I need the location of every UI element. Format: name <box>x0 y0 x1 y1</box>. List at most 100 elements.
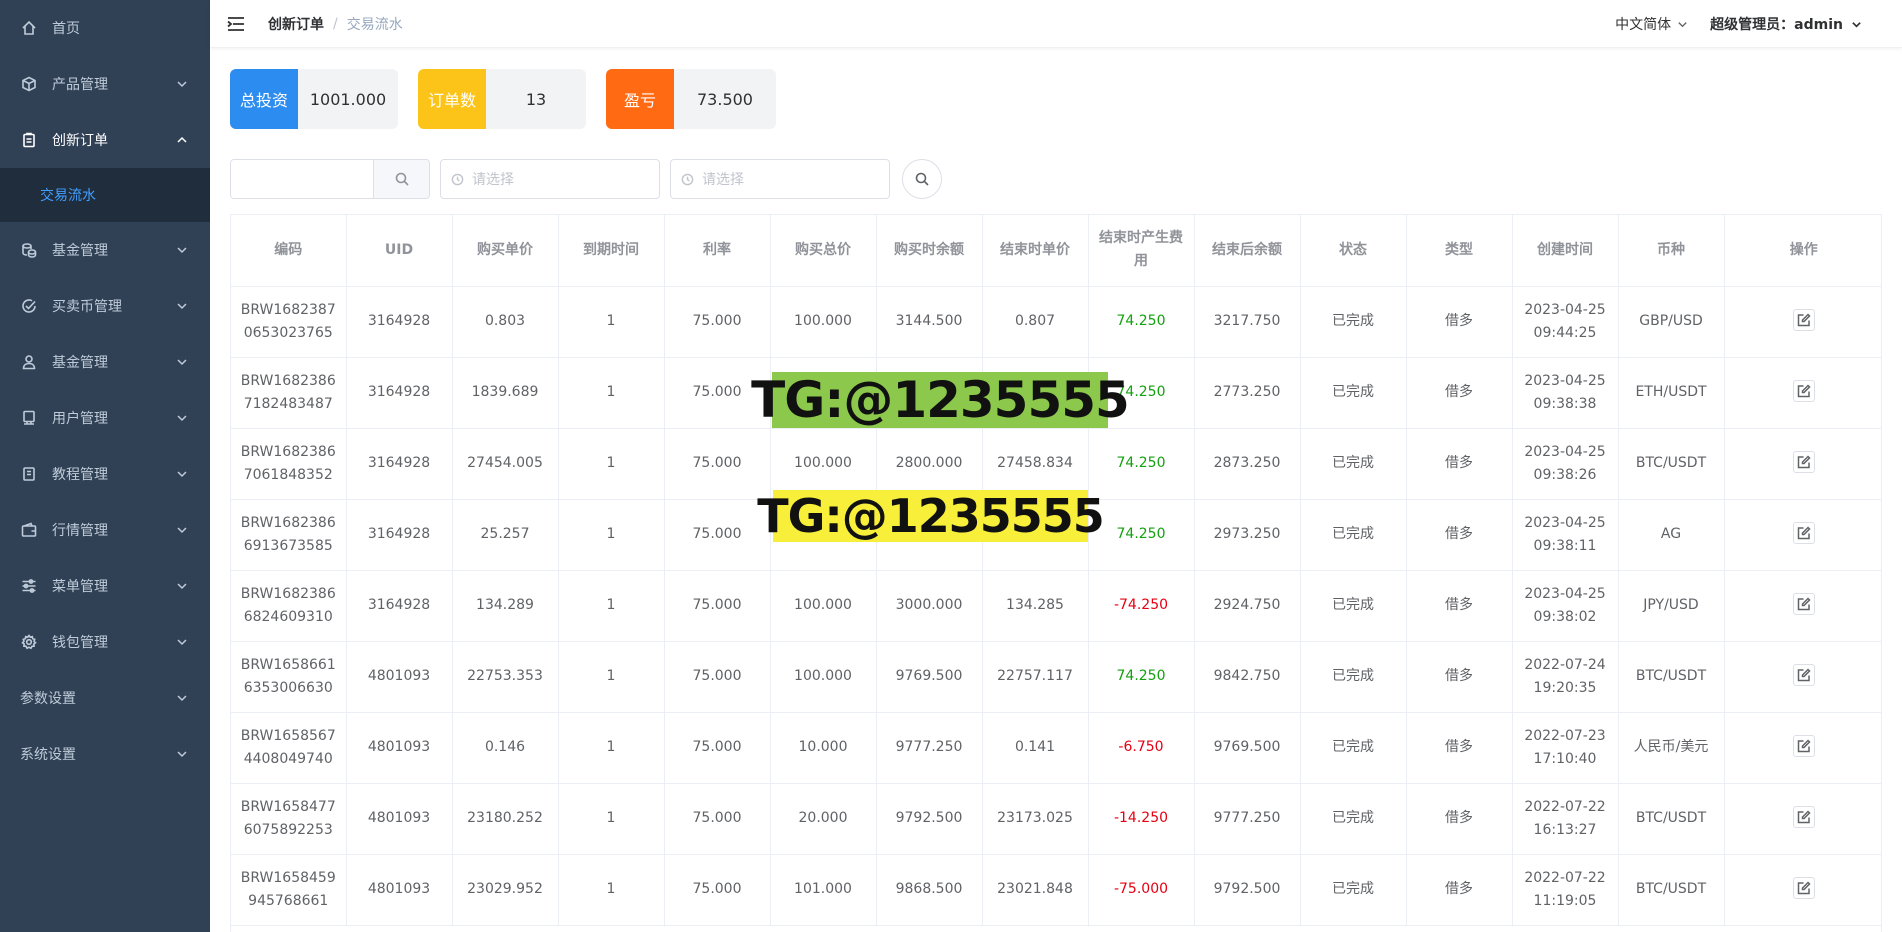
breadcrumb-item-parent[interactable]: 创新订单 <box>268 14 324 34</box>
edit-button[interactable] <box>1792 521 1815 544</box>
hamburger-menu-icon[interactable] <box>226 14 246 34</box>
chevron-down-icon <box>176 356 188 368</box>
edit-icon <box>1797 454 1811 468</box>
cell-expire-time: 1 <box>558 428 665 500</box>
cell-buy-price: 0.146 <box>452 712 559 784</box>
edit-button[interactable] <box>1792 663 1815 686</box>
user-dropdown[interactable]: 超级管理员：admin <box>1710 14 1862 34</box>
search-group <box>230 159 430 199</box>
sidebar-item-products[interactable]: 产品管理 <box>0 56 210 112</box>
sidebar-item-label: 交易流水 <box>40 188 96 204</box>
chevron-down-icon <box>176 244 188 256</box>
edit-button[interactable] <box>1792 876 1815 899</box>
clock-icon <box>681 173 694 185</box>
sidebar-item-tutorials[interactable]: 教程管理 <box>0 446 210 502</box>
cell-uid: 3164928 <box>346 357 453 429</box>
cell-total-price: 100.000 <box>770 641 877 713</box>
edit-icon <box>1797 383 1811 397</box>
edit-icon <box>1797 880 1811 894</box>
cell-uid: 4801093 <box>346 641 453 713</box>
sidebar-item-innovation-orders[interactable]: 创新订单 <box>0 112 210 168</box>
sidebar-item-market[interactable]: 行情管理 <box>0 502 210 558</box>
search-input[interactable] <box>231 160 373 198</box>
edit-button[interactable] <box>1792 805 1815 828</box>
cell-order-code: BRW16823866824609310 <box>231 570 347 642</box>
sidebar-item-menus[interactable]: 菜单管理 <box>0 558 210 614</box>
search-icon <box>395 172 409 186</box>
search-button[interactable] <box>373 160 429 198</box>
edit-button[interactable] <box>1792 308 1815 331</box>
query-button[interactable] <box>902 159 942 199</box>
cell-type: 借多 <box>1406 854 1513 926</box>
sidebar-item-label: 基金管理 <box>52 243 108 259</box>
edit-button[interactable] <box>1792 592 1815 615</box>
cell-currency: JPY/USD <box>1618 570 1725 642</box>
sidebar-item-users[interactable]: 用户管理 <box>0 390 210 446</box>
cell-fee: -75.000 <box>1088 854 1195 926</box>
cell-order-code: BRW16823867061848352 <box>231 428 347 500</box>
cell-order-code: BRW16823867182483487 <box>231 357 347 429</box>
sidebar-item-wallet[interactable]: 钱包管理 <box>0 614 210 670</box>
cell-expire-time: 1 <box>558 641 665 713</box>
stat-total-investment: 总投资 1001.000 <box>230 69 398 129</box>
sidebar-item-label: 创新订单 <box>52 133 108 149</box>
home-icon <box>20 19 38 37</box>
cell-status: 已完成 <box>1300 854 1407 926</box>
edit-icon <box>1797 525 1811 539</box>
cell-currency: 人民币/美元 <box>1618 712 1725 784</box>
chevron-down-icon <box>176 748 188 760</box>
cell-balance-after: 2873.250 <box>1194 428 1301 500</box>
cell-total-price: 10.000 <box>770 712 877 784</box>
cell-uid: 3164928 <box>346 499 453 571</box>
cell-fee: 74.250 <box>1088 286 1195 358</box>
stats-bar: 总投资 1001.000 订单数 13 盈亏 73.500 <box>230 69 796 129</box>
cell-actions <box>1724 570 1881 642</box>
chevron-down-icon <box>176 636 188 648</box>
cell-uid: 4801093 <box>346 783 453 855</box>
monitor-icon <box>20 409 38 427</box>
transactions-table: 编码 UID 购买单价 到期时间 利率 购买总价 购买时余额 结束时单价 结束时… <box>230 214 1882 932</box>
sidebar-item-label: 用户管理 <box>52 411 108 427</box>
cell-status: 已完成 <box>1300 641 1407 713</box>
cell-rate: 75.000 <box>664 641 771 713</box>
language-label: 中文简体 <box>1615 17 1672 33</box>
sidebar-item-fund[interactable]: 基金管理 <box>0 222 210 278</box>
cell-total-price: 100.000 <box>770 570 877 642</box>
language-select[interactable]: 中文简体 <box>1615 14 1688 34</box>
cell-order-code: BRW1658459945768661 <box>231 854 347 926</box>
sidebar-item-coin-trade[interactable]: 买卖币管理 <box>0 278 210 334</box>
coins-icon <box>20 241 38 259</box>
sidebar-item-home[interactable]: 首页 <box>0 0 210 56</box>
cell-expire-time: 1 <box>558 712 665 784</box>
cell-status: 已完成 <box>1300 428 1407 500</box>
book-icon <box>20 465 38 483</box>
watermark-banner: TG:@1235555 <box>757 489 1105 543</box>
cell-buy-price: 23029.952 <box>452 854 559 926</box>
edit-button[interactable] <box>1792 450 1815 473</box>
column-header: 币种 <box>1618 215 1725 287</box>
sidebar-item-params[interactable]: 参数设置 <box>0 670 210 726</box>
table-row: BRW16823870653023765 3164928 0.803 1 75.000 1… <box>231 286 1881 358</box>
sidebar-item-label: 基金管理 <box>52 355 108 371</box>
cell-balance-before: 3000.000 <box>876 570 983 642</box>
cell-order-code: BRW16586616353006630 <box>231 641 347 713</box>
column-header: 操作 <box>1724 215 1881 287</box>
column-header: UID <box>346 215 453 287</box>
cell-status: 已完成 <box>1300 783 1407 855</box>
sidebar-subitem-transactions[interactable]: 交易流水 <box>0 168 210 222</box>
end-date-picker[interactable]: 请选择 <box>670 159 890 199</box>
sidebar-item-system[interactable]: 系统设置 <box>0 726 210 782</box>
sidebar: 首页 产品管理 创新订单 交易流水 基金管理 买卖币管理 基金管理 用户管理 教… <box>0 0 210 932</box>
sidebar-item-label: 参数设置 <box>20 691 76 707</box>
chevron-down-icon <box>176 300 188 312</box>
cell-balance-after: 3217.750 <box>1194 286 1301 358</box>
cell-end-price: 0.807 <box>982 286 1089 358</box>
edit-button[interactable] <box>1792 734 1815 757</box>
edit-button[interactable] <box>1792 379 1815 402</box>
cell-buy-price: 134.289 <box>452 570 559 642</box>
cell-expire-time: 1 <box>558 499 665 571</box>
cell-fee: 74.250 <box>1088 641 1195 713</box>
sidebar-item-fund-2[interactable]: 基金管理 <box>0 334 210 390</box>
start-date-picker[interactable]: 请选择 <box>440 159 660 199</box>
cell-buy-price: 1839.689 <box>452 357 559 429</box>
